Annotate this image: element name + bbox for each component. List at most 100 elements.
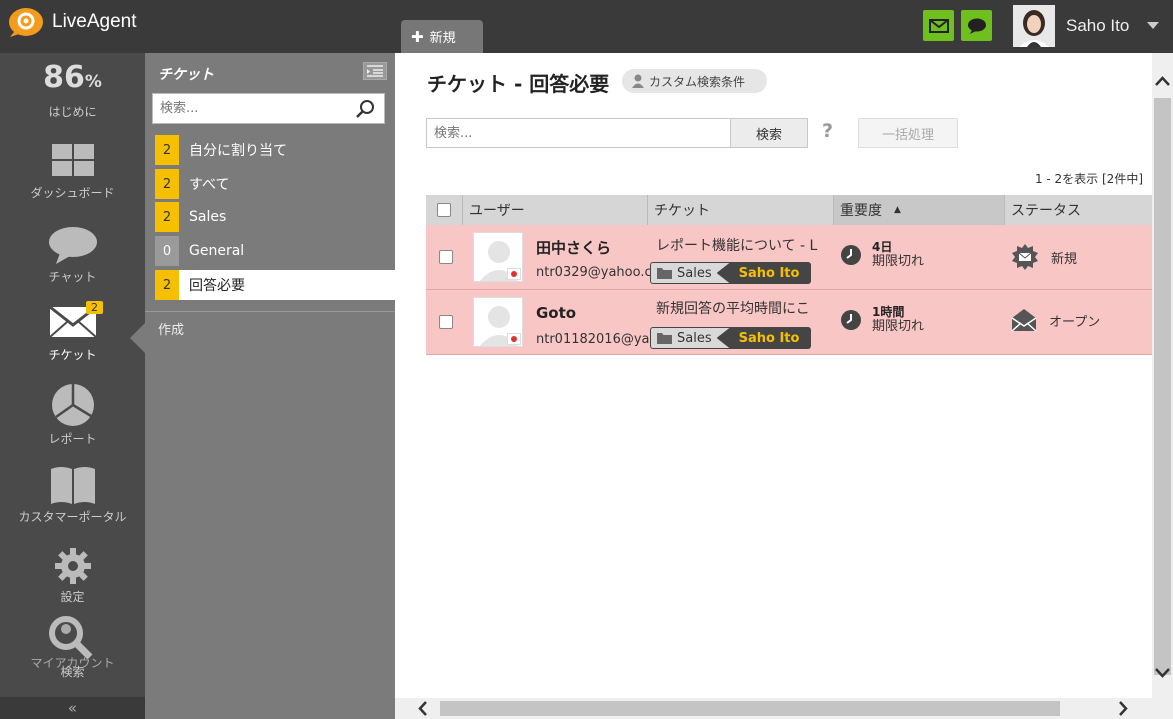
nav-dashboard[interactable]: ダッシュボード <box>0 143 145 201</box>
nav-label: 設定 <box>60 590 85 604</box>
nav-label: チケット <box>48 348 97 362</box>
column-user[interactable]: ユーザー <box>463 195 648 225</box>
nav-label: ダッシュボード <box>30 186 115 200</box>
user-avatar[interactable] <box>473 297 523 347</box>
chevron-up-icon[interactable] <box>1152 71 1173 91</box>
filter-count: 2 <box>155 169 179 199</box>
nav-getting-started[interactable]: 86% はじめに <box>0 59 145 120</box>
user-menu-caret-icon[interactable] <box>1147 22 1159 29</box>
priority-label: 期限切れ <box>872 254 925 269</box>
custom-search-button[interactable]: カスタム検索条件 <box>622 69 768 93</box>
row-checkbox[interactable] <box>439 250 453 264</box>
nav-reports[interactable]: レポート <box>0 383 145 447</box>
ticket-search-field[interactable] <box>426 118 731 148</box>
list-collapse-icon <box>367 65 383 77</box>
priority-value: 1時間 <box>872 305 905 319</box>
filter-panel-title: チケット <box>158 67 214 83</box>
nav-label: レポート <box>48 432 97 446</box>
collapse-panel-button[interactable] <box>363 62 387 80</box>
chevron-left-icon[interactable] <box>413 698 433 719</box>
row-checkbox[interactable] <box>439 315 453 329</box>
column-label: チケット <box>654 203 710 219</box>
filter-search-field[interactable] <box>152 93 385 124</box>
filter-search-input[interactable] <box>153 94 343 123</box>
filter-sales[interactable]: 2 Sales <box>155 202 395 232</box>
column-label: ユーザー <box>469 203 525 219</box>
user-name[interactable]: Goto <box>536 304 576 322</box>
status: オープン <box>1011 308 1100 332</box>
filter-label: General <box>189 243 245 259</box>
nav-tickets[interactable]: 2 チケット <box>0 301 145 363</box>
filter-label: Sales <box>189 209 227 225</box>
filter-label: すべて <box>189 177 230 193</box>
user-email: ntr0329@yahoo.co <box>536 265 651 280</box>
ticket-subject[interactable]: 新規回答の平均時間にこ <box>656 298 826 318</box>
folder-icon <box>657 268 672 279</box>
collapse-nav-button[interactable]: « <box>0 697 145 719</box>
column-ticket[interactable]: チケット <box>648 195 834 225</box>
table-header: ユーザー チケット 重要度 ▲ ステータス <box>426 195 1152 225</box>
priority: 1時間 期限切れ <box>840 305 924 334</box>
horizontal-scrollbar[interactable] <box>395 698 1173 719</box>
help-icon[interactable]: ? <box>822 120 833 142</box>
column-priority[interactable]: 重要度 ▲ <box>834 195 1005 225</box>
status-label: 新規 <box>1051 251 1078 267</box>
horizontal-scroll-thumb[interactable] <box>440 701 1060 716</box>
nav-label: カスタマーポータル <box>18 510 127 524</box>
app-logo[interactable]: LiveAgent <box>6 6 137 38</box>
mail-icon <box>928 18 949 33</box>
chat-button[interactable] <box>961 10 992 41</box>
main-content: チケット - 回答必要 カスタム検索条件 検索 ? 一括処理 1 - 2を表示 … <box>395 53 1152 698</box>
user-avatar[interactable] <box>1013 5 1055 47</box>
left-navigation: 86% はじめに ダッシュボード チャット 2 チケット レポート カスタマーポ… <box>0 53 145 719</box>
ticket-table: ユーザー チケット 重要度 ▲ ステータス 田中さくら ntr0329@yaho… <box>426 195 1152 355</box>
open-mail-icon <box>1011 309 1037 332</box>
vertical-scroll-thumb[interactable] <box>1154 98 1171 675</box>
column-label: ステータス <box>1011 203 1081 219</box>
table-row[interactable]: 田中さくら ntr0329@yahoo.co レポート機能について - L Sa… <box>426 225 1152 290</box>
double-chevron-left-icon: « <box>67 699 78 717</box>
nav-settings[interactable]: 設定 <box>0 547 145 605</box>
new-tab-button[interactable]: ✚ 新規 <box>401 20 483 53</box>
filter-assigned-to-me[interactable]: 2 自分に割り当て <box>155 135 395 165</box>
mail-button[interactable] <box>923 10 954 41</box>
column-status[interactable]: ステータス <box>1005 195 1152 225</box>
filter-all[interactable]: 2 すべて <box>155 169 395 199</box>
ticket-search-input[interactable] <box>427 119 727 147</box>
filter-needs-answer[interactable]: 2 回答必要 <box>155 270 395 300</box>
vertical-scrollbar[interactable] <box>1152 53 1173 698</box>
chevron-down-icon[interactable] <box>1152 663 1173 683</box>
table-row[interactable]: Goto ntr01182016@yah 新規回答の平均時間にこ Sales S… <box>426 290 1152 355</box>
filter-count: 2 <box>155 202 179 232</box>
bulk-action-button[interactable]: 一括処理 <box>858 118 958 148</box>
user-photo-icon <box>1013 5 1055 47</box>
ticket-subject[interactable]: レポート機能について - L <box>656 235 826 255</box>
nav-my-account-search[interactable]: マイアカウント 検索 <box>0 615 145 679</box>
ticket-badge: 2 <box>86 301 103 314</box>
priority-label: 期限切れ <box>872 319 925 334</box>
user-name[interactable]: 田中さくら <box>536 237 611 258</box>
chevron-right-icon[interactable] <box>1113 698 1133 719</box>
nav-label-search: 検索 <box>60 665 85 679</box>
user-name[interactable]: Saho Ito <box>1066 16 1129 36</box>
create-filter-link[interactable]: 作成 <box>158 319 184 338</box>
select-all-cell <box>426 195 463 225</box>
filter-general[interactable]: 0 General <box>155 236 395 266</box>
select-all-checkbox[interactable] <box>437 203 451 217</box>
result-count: 1 - 2を表示 [2件中] <box>1034 172 1143 186</box>
department-label: Sales <box>677 265 712 281</box>
plus-icon: ✚ <box>411 27 424 46</box>
status-label: オープン <box>1049 314 1101 330</box>
nav-chat[interactable]: チャット <box>0 225 145 285</box>
column-label: 重要度 <box>840 203 882 219</box>
clock-icon <box>841 244 861 265</box>
search-icon <box>48 616 92 660</box>
nav-customer-portal[interactable]: カスタマーポータル <box>0 465 145 525</box>
search-icon[interactable] <box>355 99 375 119</box>
search-button[interactable]: 検索 <box>730 118 808 148</box>
chat-bubble-icon <box>48 227 97 264</box>
user-avatar[interactable] <box>473 232 523 282</box>
custom-search-label: カスタム検索条件 <box>649 74 746 89</box>
folder-icon <box>657 333 672 344</box>
filter-count: 0 <box>155 236 179 266</box>
